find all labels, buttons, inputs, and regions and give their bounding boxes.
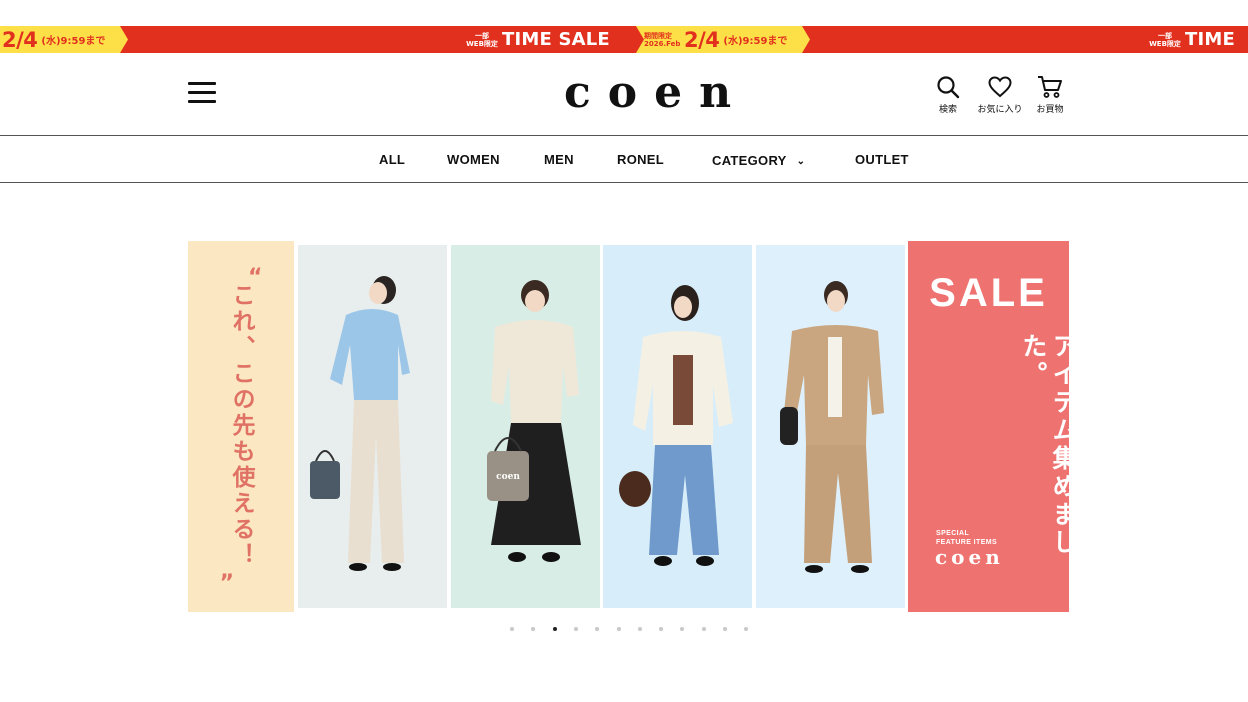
web-limited-note: 一部 WEB限定 (462, 32, 502, 48)
carousel-dot[interactable] (595, 627, 599, 631)
hero-banner[interactable]: “ これ、この先も使える！ „ coen SALE アイテム集めました。 SPE… (188, 241, 1078, 612)
nav-item-women[interactable]: WOMEN (447, 152, 500, 167)
carousel-dot[interactable] (510, 627, 514, 631)
carousel-dot[interactable] (680, 627, 684, 631)
cart-button[interactable]: お買物 (1024, 75, 1076, 115)
sale-title: SALE (929, 271, 1048, 315)
sale-subtitle: アイテム集めました。 (1019, 333, 1078, 557)
nav-item-category-label: CATEGORY (712, 153, 787, 168)
look-photo-3[interactable] (603, 245, 752, 608)
web-only-note: WEB限定 (1149, 39, 1181, 48)
model-cream-knit-image: coen (487, 280, 581, 562)
look-photo-1[interactable] (298, 245, 447, 608)
nav-item-all[interactable]: ALL (379, 152, 405, 167)
carousel-dot[interactable] (617, 627, 621, 631)
bag-logo: coen (496, 472, 520, 482)
partial-note: 一部 (475, 31, 489, 40)
nav-item-ronel[interactable]: RONEL (617, 152, 664, 167)
look-photo-2[interactable]: coen (451, 245, 600, 608)
limited-period-month: 2026.Feb (644, 39, 681, 48)
sale-date: 2/4 (2, 27, 38, 52)
chevron-down-icon: ⌄ (796, 156, 806, 167)
quote-close-icon: „ (220, 559, 235, 584)
site-header: coen 検索 お気に入り お買物 (0, 53, 1248, 135)
favorites-label: お気に入り (977, 105, 1023, 115)
carousel-dot[interactable] (702, 627, 706, 631)
model-beige-suit-image (780, 281, 884, 573)
time-sale-banner[interactable]: 2/4 (水)9:59まで 一部 WEB限定 TIME SALE 期間限定 20… (0, 26, 1248, 53)
partial-note: 一部 (1158, 31, 1172, 40)
carousel-dot[interactable] (553, 627, 557, 631)
special-label: SPECIAL (936, 530, 970, 537)
limited-period-note: 期間限定 2026.Feb (644, 32, 684, 48)
time-sale-label: 一部 WEB限定 TIME (1145, 26, 1235, 53)
time-sale-text: TIME SALE (502, 29, 610, 50)
carousel-dot[interactable] (638, 627, 642, 631)
limited-period-tag: 期間限定 2026.Feb 2/4 (水)9:59まで (636, 26, 810, 53)
headline-text: これ、この先も使える！ (228, 283, 254, 569)
time-sale-text: TIME (1185, 29, 1235, 50)
limited-period-label: 期間限定 (644, 31, 672, 40)
feature-logo: coen (935, 545, 1004, 569)
look-photo-4[interactable] (756, 245, 905, 608)
site-logo[interactable]: coen (548, 67, 731, 118)
carousel-dot[interactable] (531, 627, 535, 631)
model-quilted-jacket-image (619, 285, 733, 566)
web-only-note: WEB限定 (466, 39, 498, 48)
favorites-button[interactable]: お気に入り (974, 75, 1026, 115)
sale-date-tag: 2/4 (水)9:59まで (0, 26, 128, 53)
search-button[interactable]: 検索 (922, 75, 974, 115)
carousel-dot[interactable] (744, 627, 748, 631)
search-label: 検索 (938, 105, 957, 115)
sale-date: 2/4 (684, 27, 720, 52)
carousel-dot[interactable] (574, 627, 578, 631)
search-icon (937, 76, 960, 99)
hamburger-menu-icon[interactable] (188, 80, 216, 104)
cart-label: お買物 (1036, 105, 1064, 115)
main-nav: ALL WOMEN MEN RONEL CATEGORY ⌄ OUTLET (0, 136, 1248, 182)
carousel-dot[interactable] (659, 627, 663, 631)
carousel-pagination (0, 627, 1248, 635)
sale-deadline: (水)9:59まで (723, 36, 788, 47)
model-blue-sweater-image (310, 276, 410, 571)
nav-item-outlet[interactable]: OUTLET (855, 152, 909, 167)
heart-icon (988, 76, 1012, 98)
time-sale-label: 一部 WEB限定 TIME SALE (462, 26, 610, 53)
sale-deadline: (水)9:59まで (41, 36, 106, 47)
nav-item-men[interactable]: MEN (544, 152, 574, 167)
carousel-dot[interactable] (723, 627, 727, 631)
sale-panel: SALE アイテム集めました。 SPECIAL FEATURE ITEMS co… (908, 241, 1078, 612)
web-limited-note: 一部 WEB限定 (1145, 32, 1185, 48)
nav-item-category[interactable]: CATEGORY ⌄ (712, 153, 805, 168)
headline-panel: “ これ、この先も使える！ „ (188, 241, 294, 612)
nav-divider (0, 182, 1248, 183)
cart-icon (1038, 76, 1062, 98)
